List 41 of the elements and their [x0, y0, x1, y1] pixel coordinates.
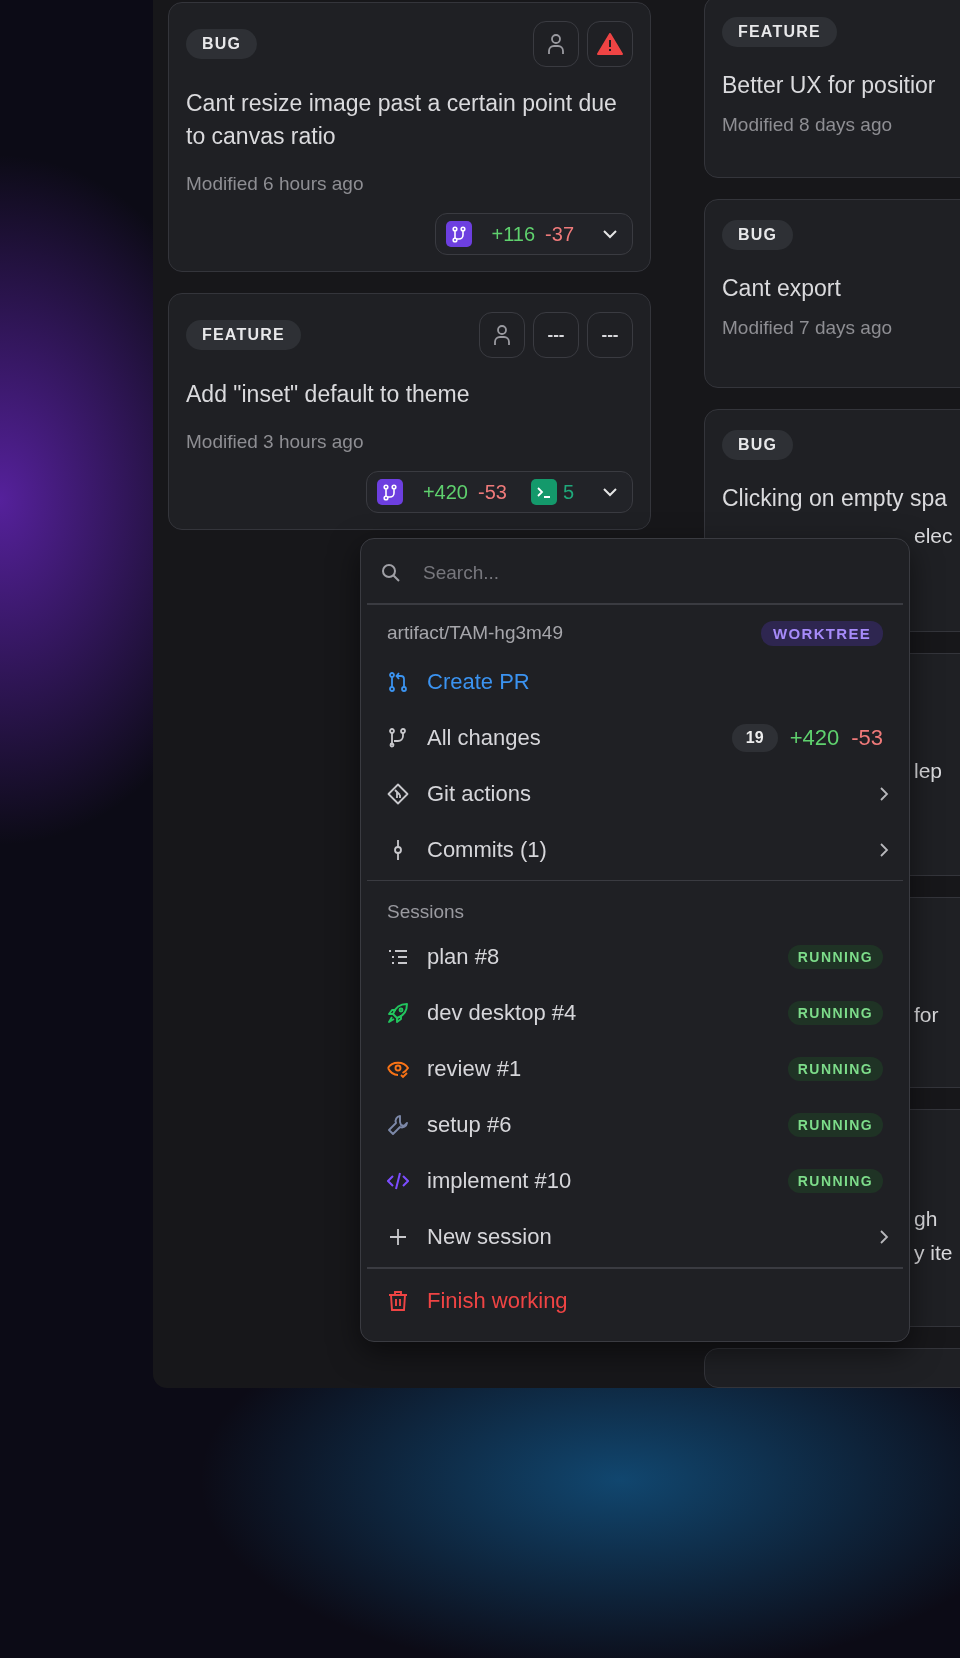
session-label: review #1 [427, 1056, 523, 1082]
status-badge: RUNNING [787, 945, 883, 969]
menu-item-label: All changes [427, 724, 542, 751]
tag-label: BUG [186, 29, 258, 59]
tag-label: BUG [722, 429, 794, 460]
session-label: dev desktop #4 [427, 1000, 578, 1026]
status-badge: RUNNING [787, 1057, 883, 1081]
card-title: Clicking on empty spa [722, 483, 948, 513]
card-title: gh [914, 1206, 939, 1233]
section-heading: Sessions [386, 900, 466, 924]
tag-label: FEATURE [186, 320, 301, 350]
modified-time: Modified 3 hours ago [186, 431, 365, 453]
session-label: plan #8 [427, 944, 501, 970]
tag-label: BUG [722, 219, 794, 250]
status-badge: RUNNING [787, 1113, 883, 1137]
card-title: Add "inset" default to theme [186, 380, 471, 409]
card-title: y ite [914, 1240, 954, 1267]
card-title: for [914, 1002, 940, 1028]
status-badge: RUNNING [787, 1001, 883, 1025]
status-badge: RUNNING [787, 1169, 883, 1193]
session-label: implement #10 [427, 1168, 573, 1194]
menu-item-label: Finish working [427, 1287, 569, 1314]
card-title: Better UX for positior [722, 71, 937, 100]
menu-item-label: New session [427, 1224, 553, 1250]
card-title: Cant resize image past a certain point due to canvas ratio [186, 89, 618, 151]
count-badge: 19 [731, 723, 778, 752]
menu-item-label: Commits (1) [427, 836, 548, 863]
removed-lines: -53 [851, 724, 883, 751]
branch-name: artifact/TAM-hg3m49 [387, 622, 563, 644]
card-title: Cant export [722, 273, 842, 303]
card-title: lep [914, 758, 944, 785]
card-title: elec [914, 522, 954, 549]
modified-time: Modified 8 days ago [722, 114, 894, 136]
modified-time: Modified 6 hours ago [186, 173, 365, 195]
menu-item-label: Git actions [427, 780, 532, 807]
menu-item-label: Create PR [427, 668, 531, 695]
session-label: setup #6 [427, 1112, 513, 1138]
tag-label: FEATURE [722, 17, 837, 47]
added-lines: +420 [789, 724, 840, 751]
modified-time: Modified 7 days ago [722, 316, 894, 339]
worktree-badge: WORKTREE [761, 620, 883, 646]
